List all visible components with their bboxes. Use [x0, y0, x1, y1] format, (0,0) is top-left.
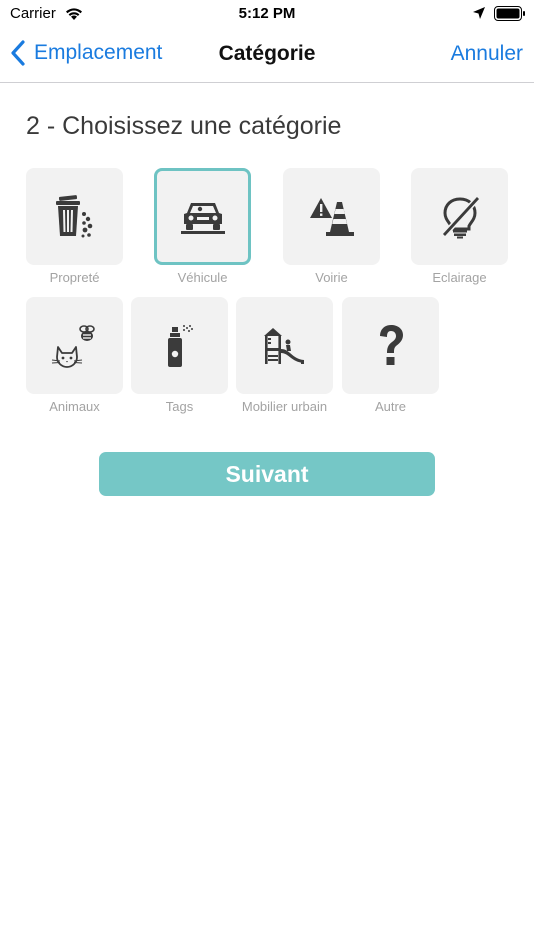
back-button-label: Emplacement [34, 41, 163, 64]
category-autre[interactable]: Autre [342, 297, 439, 414]
category-animaux[interactable]: Animaux [26, 297, 123, 414]
broken-bulb-icon [438, 195, 482, 239]
battery-icon [494, 6, 526, 21]
trash-can-icon [50, 194, 100, 240]
clock: 5:12 PM [238, 5, 296, 22]
category-label: Véhicule [177, 270, 228, 285]
category-label: Autre [374, 399, 407, 414]
category-tile-box [154, 168, 251, 265]
category-label: Voirie [315, 270, 348, 285]
location-arrow-icon [472, 6, 486, 20]
cat-and-bee-icon [50, 323, 100, 369]
status-bar: Carrier 5:12 PM [0, 0, 534, 28]
category-tile-box [411, 168, 508, 265]
car-icon [180, 197, 226, 237]
category-tile-box [283, 168, 380, 265]
chevron-left-icon [10, 40, 26, 66]
category-label: Eclairage [432, 270, 487, 285]
category-label: Propreté [49, 270, 100, 285]
category-tile-box [236, 297, 333, 394]
category-eclairage[interactable]: Eclairage [411, 168, 508, 285]
category-vehicule[interactable]: Véhicule [154, 168, 251, 285]
category-tile-box [26, 168, 123, 265]
back-button[interactable]: Emplacement [10, 40, 162, 66]
category-label: Animaux [49, 399, 100, 414]
category-tile-box [26, 297, 123, 394]
category-tile-box [342, 297, 439, 394]
category-voirie[interactable]: Voirie [283, 168, 380, 285]
category-proprete[interactable]: Propreté [26, 168, 123, 285]
category-tile-box [131, 297, 228, 394]
category-tags[interactable]: Tags [131, 297, 228, 414]
category-label: Mobilier urbain [241, 399, 328, 414]
cancel-button[interactable]: Annuler [451, 42, 523, 66]
step-heading: 2 - Choisissez une catégorie [26, 112, 342, 140]
playground-icon [262, 326, 308, 366]
category-mobilier-urbain[interactable]: Mobilier urbain [236, 297, 333, 414]
spray-can-icon [165, 324, 195, 368]
navigation-bar: Emplacement Catégorie Annuler [0, 28, 534, 83]
next-button[interactable]: Suivant [99, 452, 435, 496]
question-mark-icon [376, 324, 406, 368]
road-works-icon [309, 196, 355, 238]
category-label: Tags [165, 399, 194, 414]
